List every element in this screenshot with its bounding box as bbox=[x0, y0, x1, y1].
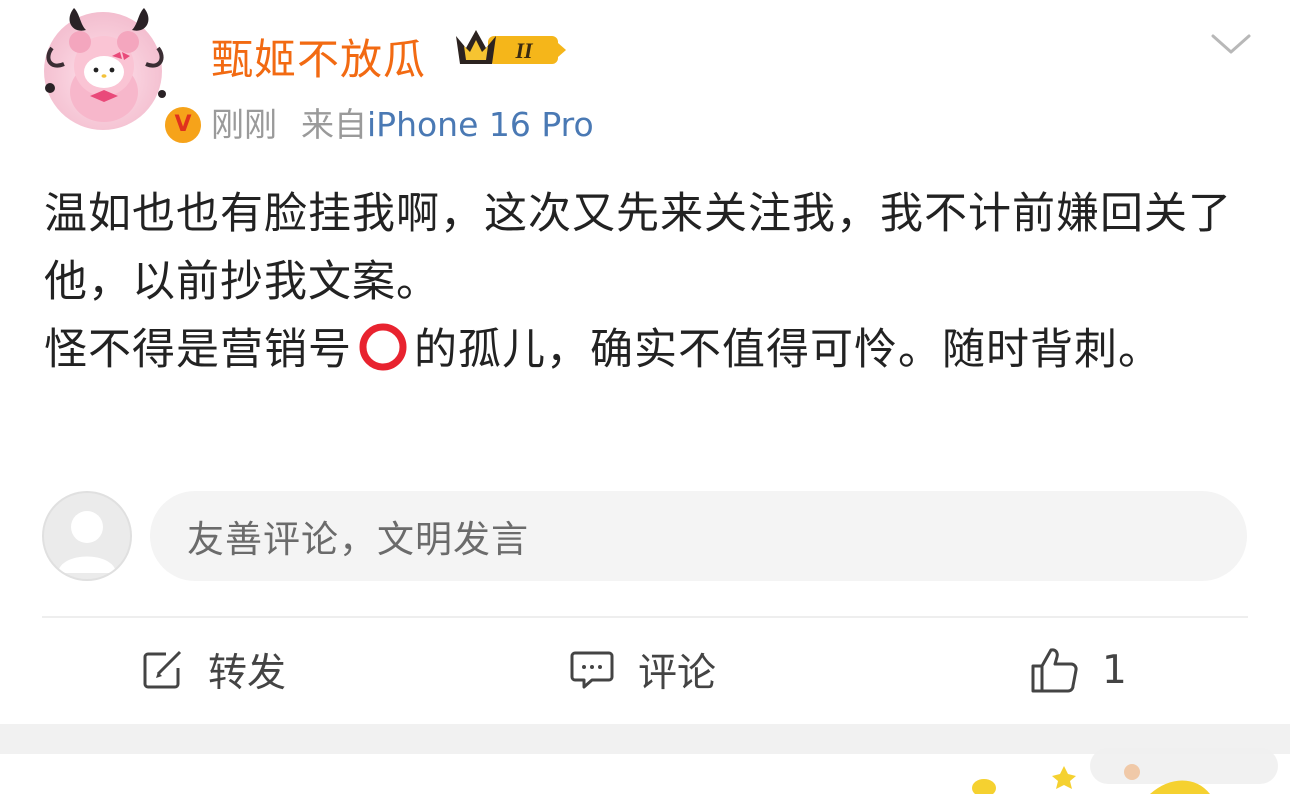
post-meta: 刚刚 来自iPhone 16 Pro bbox=[211, 98, 594, 146]
red-circle-emoji bbox=[359, 323, 407, 371]
comment-placeholder: 友善评论，文明发言 bbox=[187, 518, 529, 561]
post-text-segment-b: 的孤儿，确实不值得可怜。随时背刺。 bbox=[414, 325, 1162, 375]
post-text-line-2: 怪不得是营销号 的孤儿，确实不值得可怜。随时背刺。 bbox=[44, 316, 1244, 384]
decorative-sticker bbox=[972, 748, 1278, 794]
user-avatar[interactable]: V bbox=[34, 0, 204, 146]
post-text-line-1: 温如也也有脸挂我啊，这次又先来关注我，我不计前嫌回关了他，以前抄我文案。 bbox=[44, 189, 1232, 307]
repost-icon bbox=[143, 650, 182, 689]
post-time: 刚刚 bbox=[211, 105, 277, 144]
source-prefix: 来自 bbox=[301, 105, 367, 144]
comment-input[interactable]: 友善评论，文明发言 bbox=[150, 491, 1247, 581]
verified-v-icon: V bbox=[162, 104, 204, 146]
post-text-segment-a: 怪不得是营销号 bbox=[44, 325, 352, 375]
device-source-link[interactable]: iPhone 16 Pro bbox=[367, 105, 594, 144]
divider bbox=[42, 616, 1248, 618]
like-count: 1 bbox=[1102, 647, 1127, 693]
badge-level: II bbox=[514, 38, 534, 63]
crown-level-badge-icon[interactable]: II bbox=[450, 24, 568, 76]
like-button[interactable]: 1 bbox=[1030, 644, 1127, 696]
chevron-down-icon[interactable] bbox=[1210, 30, 1252, 60]
username[interactable]: 甄姬不放瓜 bbox=[211, 26, 426, 87]
comment-button[interactable]: 评论 bbox=[570, 644, 716, 696]
comment-icon bbox=[570, 651, 614, 689]
repost-label: 转发 bbox=[208, 651, 287, 696]
comment-label: 评论 bbox=[638, 651, 717, 696]
comment-avatar bbox=[42, 491, 132, 581]
like-icon bbox=[1031, 648, 1078, 693]
post-content: 温如也也有脸挂我啊，这次又先来关注我，我不计前嫌回关了他，以前抄我文案。 怪不得… bbox=[44, 180, 1244, 384]
repost-button[interactable]: 转发 bbox=[142, 644, 286, 696]
